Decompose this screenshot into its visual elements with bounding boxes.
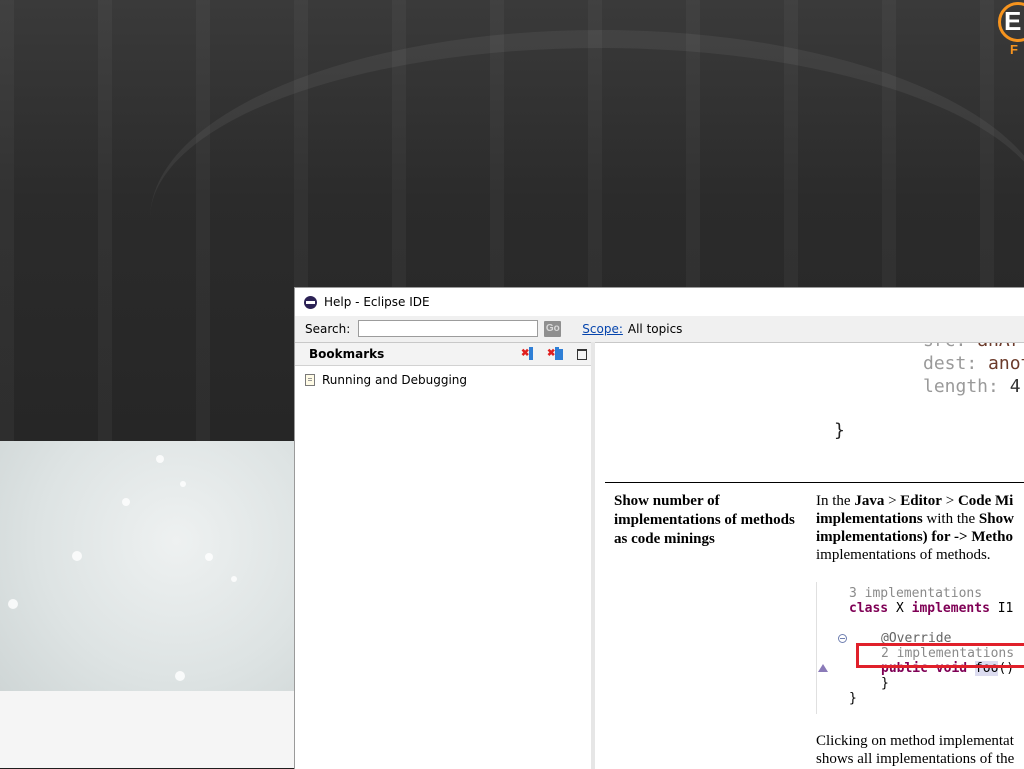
highlight-box (856, 643, 1024, 668)
bookmarks-header: Bookmarks ✖ ✖ (295, 343, 591, 366)
desc-line-1: In the Java > Editor > Code Mi (816, 493, 1014, 509)
feature-description: In the Java > Editor > Code Mi implement… (816, 492, 1024, 564)
maximize-icon[interactable] (577, 348, 587, 360)
clicking-line-1: Clicking on method implementat (816, 733, 1014, 749)
code-class-close: } (849, 691, 857, 706)
bookmark-label: Running and Debugging (322, 373, 468, 387)
bookmarks-pane: Bookmarks ✖ ✖ Running and Debugging (295, 342, 591, 769)
search-bar: Search: Go Scope: All topics (295, 316, 1024, 341)
code-snippet-top: src: anAr dest: anot length: 4 (923, 343, 1024, 397)
fold-icon (838, 634, 847, 643)
feature-title: Show number of implementations of method… (614, 493, 795, 547)
window-title: Help - Eclipse IDE (324, 295, 430, 309)
code-brace: } (834, 420, 845, 441)
override-marker-icon (818, 664, 828, 672)
logo-letter: E (1004, 6, 1022, 36)
desc-line-2: implementations with the Show (816, 511, 1014, 527)
code-method-close: } (881, 676, 889, 691)
bookmarks-title: Bookmarks (309, 347, 385, 361)
go-button[interactable]: Go (544, 320, 562, 337)
code-class-line: class X implements I1 (849, 601, 1014, 616)
delete-bookmark-icon[interactable]: ✖ (521, 347, 537, 361)
table-divider (605, 482, 1024, 483)
desc-line-4: implementations of methods. (816, 547, 991, 563)
desc-line-3: implementations) for -> Metho (816, 529, 1013, 545)
help-window: Help - Eclipse IDE Search: Go Scope: All… (294, 287, 1024, 769)
search-input[interactable] (358, 320, 539, 337)
scope-link[interactable]: Scope: (582, 322, 623, 336)
clicking-description: Clicking on method implementat shows all… (816, 732, 1014, 768)
bookmarks-toolbar: ✖ ✖ (521, 347, 587, 361)
eclipse-logo[interactable]: E F (998, 2, 1024, 58)
title-bar[interactable]: Help - Eclipse IDE (295, 288, 1024, 316)
doc-icon (305, 374, 315, 386)
scope-value: All topics (627, 321, 683, 336)
background-snow-image (0, 441, 294, 691)
bookmark-item[interactable]: Running and Debugging (295, 366, 591, 387)
content-pane: src: anAr dest: anot length: 4 } Show nu… (595, 342, 1024, 769)
search-label: Search: (305, 321, 351, 336)
code-mining-class: 3 implementations (849, 586, 983, 601)
logo-sub: F (1010, 42, 1018, 57)
background-footer (0, 691, 294, 768)
eclipse-app-icon (304, 295, 317, 309)
delete-all-bookmarks-icon[interactable]: ✖ (547, 347, 563, 361)
clicking-line-2: shows all implementations of the (816, 751, 1015, 767)
